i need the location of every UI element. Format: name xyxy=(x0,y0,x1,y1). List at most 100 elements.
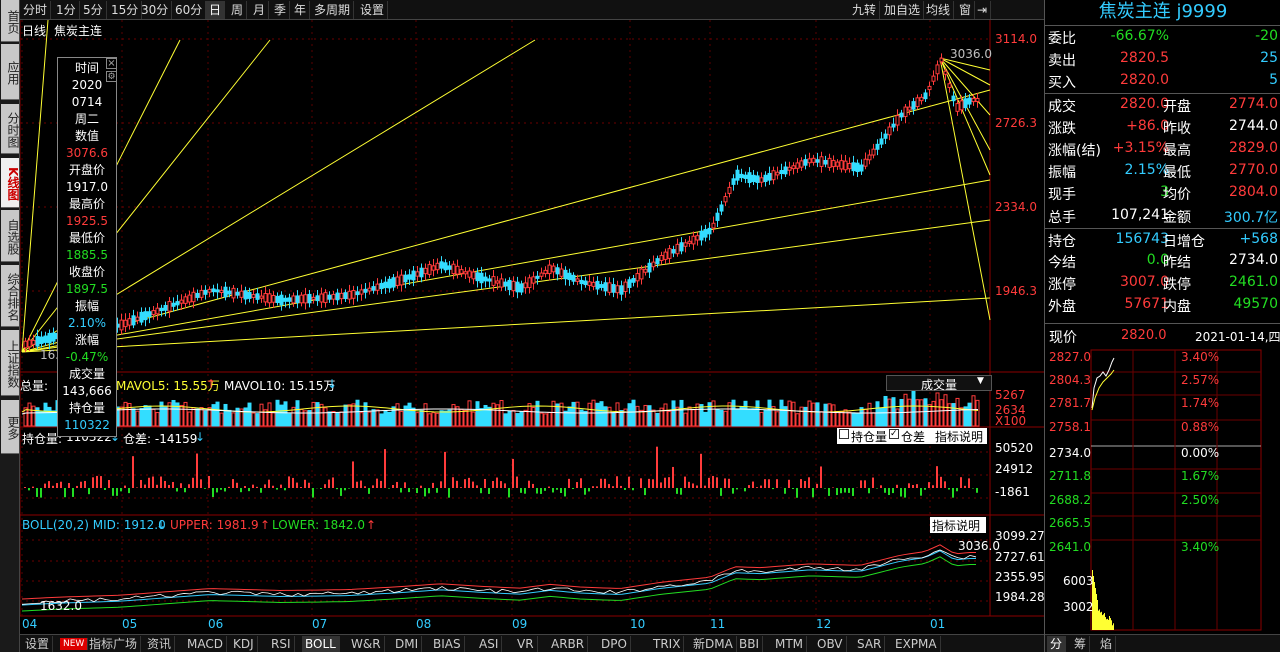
indicator-tab-2[interactable]: 指标广场 xyxy=(86,636,142,652)
oi-tick-2: 24912 xyxy=(995,462,1034,476)
mini-intraday-chart[interactable] xyxy=(1045,348,1280,634)
indicator-tab-8[interactable]: W&R xyxy=(348,636,385,652)
toolbar-tool-0[interactable]: 九转 xyxy=(849,1,881,19)
volume-bar xyxy=(191,407,196,427)
toolbar-period-10[interactable]: 年 xyxy=(291,1,311,19)
candle-body xyxy=(319,293,324,303)
indicator-tab-15[interactable]: TRIX xyxy=(650,636,685,652)
toolbar-tool-2[interactable]: 均线 xyxy=(923,1,955,19)
oi-diff-bar xyxy=(812,488,814,498)
rail-tab-5[interactable]: 综合排名 xyxy=(1,265,20,327)
indicator-tab-6[interactable]: RSI xyxy=(268,636,295,652)
toolbar-period-5[interactable]: 60分 xyxy=(172,1,207,19)
toolbar-period-4[interactable]: 30分 xyxy=(138,1,173,19)
oi-diff-bar xyxy=(808,477,810,488)
candle-body xyxy=(615,285,620,294)
oi-diff-bar xyxy=(352,461,354,488)
indicator-tab-17[interactable]: BBI xyxy=(736,636,764,652)
indicator-tab-11[interactable]: ASI xyxy=(476,636,503,652)
kline-chart[interactable]: 日线 焦炭主连 3114.0 2726.3 2334.0 1946.3 3036… xyxy=(19,19,1045,634)
oi-diff-bar xyxy=(884,488,886,493)
toolbar-period-6[interactable]: 日 xyxy=(206,1,226,19)
oi-indicator-help[interactable]: 指标说明 xyxy=(935,428,983,445)
mini-volume-bar xyxy=(1108,619,1109,630)
indicator-tab-14[interactable]: DPO xyxy=(598,636,631,652)
toolbar-period-7[interactable]: 周 xyxy=(228,1,248,19)
oi-diff-bar xyxy=(108,479,110,488)
toolbar-tool-3[interactable]: 窗 xyxy=(956,1,976,19)
indicator-tab-3[interactable]: 资讯 xyxy=(144,636,176,652)
oi-diff-bar xyxy=(372,485,374,488)
boll-help-box[interactable]: 指标说明 xyxy=(930,517,986,533)
indicator-tab-13[interactable]: ARBR xyxy=(548,636,589,652)
collapse-panel-icon[interactable]: ⇥ xyxy=(974,1,992,19)
rail-tab-7[interactable]: 更多 xyxy=(1,400,20,454)
rail-tab-1[interactable]: 应用 xyxy=(1,44,20,100)
close-icon[interactable]: × xyxy=(106,58,117,69)
month-tick: 04 xyxy=(22,617,38,631)
toolbar-tool-1[interactable]: 加自选 xyxy=(881,1,925,19)
indicator-tab-4[interactable]: MACD xyxy=(184,636,227,652)
oi-diff-bar xyxy=(776,479,778,488)
indicator-tab-5[interactable]: KDJ xyxy=(230,636,258,652)
volume-bar xyxy=(367,411,372,427)
volume-bar xyxy=(503,413,508,427)
indicator-tab-1[interactable]: NEW xyxy=(60,638,89,650)
candle-body xyxy=(143,311,148,321)
rail-tab-6[interactable]: 上证指数 xyxy=(1,330,20,396)
indicator-tab-18[interactable]: MTM xyxy=(772,636,808,652)
candle-body xyxy=(407,274,412,280)
chart-canvas[interactable] xyxy=(19,19,1044,634)
candle-body xyxy=(51,332,56,342)
rail-tab-3[interactable]: K线图 xyxy=(1,158,20,208)
oi-diff-bar xyxy=(516,476,518,488)
rail-tab-2[interactable]: 分时图 xyxy=(1,104,20,154)
indicator-tab-12[interactable]: VR xyxy=(514,636,538,652)
volume-bar xyxy=(723,410,728,427)
rail-tab-4[interactable]: 自选股 xyxy=(1,210,20,262)
indicator-tab-7[interactable]: BOLL xyxy=(302,636,340,652)
oi-diff-bar xyxy=(644,488,646,496)
diff-checkbox[interactable]: ✓ xyxy=(889,429,899,439)
oi-diff-bar xyxy=(68,483,70,488)
toolbar-period-0[interactable]: 分时 xyxy=(20,1,52,19)
candle-body xyxy=(727,186,732,194)
indicator-tab-0[interactable]: 设置 xyxy=(22,636,54,652)
tab-yan[interactable]: 焰 xyxy=(1097,636,1117,652)
toolbar-period-8[interactable]: 月 xyxy=(250,1,270,19)
oi-diff-bar xyxy=(396,481,398,488)
candle-body xyxy=(711,222,716,229)
indicator-tab-9[interactable]: DMI xyxy=(392,636,423,652)
volume-bar xyxy=(423,403,428,427)
indicator-tab-21[interactable]: EXPMA xyxy=(892,636,941,652)
toolbar-period-12[interactable]: 设置 xyxy=(357,1,389,19)
indicator-tab-20[interactable]: SAR xyxy=(854,636,886,652)
tab-chou[interactable]: 筹 xyxy=(1071,636,1091,652)
candle-body xyxy=(395,276,400,286)
quote-label: 外盘 xyxy=(1048,299,1076,315)
mini-volume-bar xyxy=(1103,614,1104,630)
indicator-tab-16[interactable]: 新DMA xyxy=(690,636,737,652)
left-rail: 首页 应用分时图 K线图自选股综合排名上证指数更多 xyxy=(0,0,20,652)
toolbar-period-2[interactable]: 5分 xyxy=(80,1,107,19)
oi-checkbox[interactable] xyxy=(839,429,849,439)
indicator-tab-19[interactable]: OBV xyxy=(814,636,847,652)
oi-diff-bar xyxy=(560,488,562,494)
gear-icon[interactable]: ⚙ xyxy=(106,71,117,82)
toolbar-period-1[interactable]: 1分 xyxy=(53,1,80,19)
boll-indicator-help[interactable]: 指标说明 xyxy=(932,517,980,534)
toolbar-period-9[interactable]: 季 xyxy=(271,1,291,19)
rail-tab-0[interactable]: 首页 xyxy=(1,0,20,42)
oi-diff-bar xyxy=(240,488,242,493)
oi-diff-bar xyxy=(388,488,390,489)
mini-volume-bar xyxy=(1100,612,1101,630)
indicator-selector[interactable]: 成交量 ▼ xyxy=(886,375,992,392)
mini-volume-bar xyxy=(1110,618,1111,630)
toolbar-period-11[interactable]: 多周期 xyxy=(311,1,355,19)
indicator-tab-10[interactable]: BIAS xyxy=(430,636,465,652)
candle-body xyxy=(459,269,464,274)
candle-body xyxy=(447,265,452,270)
oi-diff-bar xyxy=(724,478,726,488)
volume-bar xyxy=(171,399,176,427)
tab-fen[interactable]: 分 xyxy=(1047,636,1067,652)
